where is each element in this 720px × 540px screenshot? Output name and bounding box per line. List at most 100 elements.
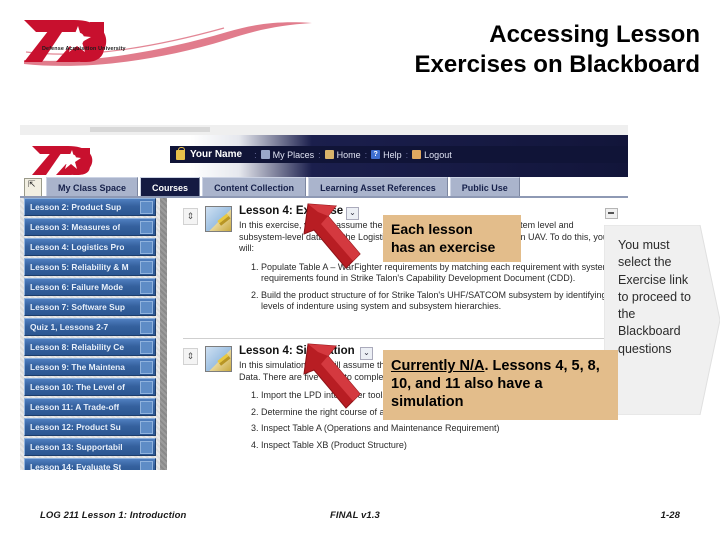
tab-courses-label: Courses (152, 182, 189, 193)
sidebar-item-label: Lesson 2: Product Sup (30, 202, 122, 212)
tab-public-use-label: Public Use (461, 182, 508, 193)
places-icon (260, 150, 270, 159)
instruction-banner: You must select the Exercise link to pro… (604, 225, 720, 415)
sidebar-item[interactable]: Lesson 7: Software Sup (24, 298, 156, 316)
module-divider (183, 338, 624, 339)
tab-content-collection[interactable]: Content Collection (202, 177, 307, 197)
sidebar-item-label: Lesson 7: Software Sup (30, 302, 125, 312)
sidebar-item[interactable]: Lesson 3: Measures of (24, 218, 156, 236)
dau-logo-graphic (24, 20, 312, 66)
sidebar-item-menu-icon[interactable] (140, 341, 153, 354)
sidebar-item-menu-icon[interactable] (140, 461, 153, 470)
sidebar-scrollbar[interactable] (160, 198, 167, 470)
sidebar-item[interactable]: Lesson 9: The Maintena (24, 358, 156, 376)
pointer-arrow-simulation-shape (303, 343, 361, 409)
sidebar-item-menu-icon[interactable] (140, 321, 153, 334)
sidebar-item-menu-icon[interactable] (140, 401, 153, 414)
callout-line-2: has an exercise (391, 238, 496, 255)
page-title-line2: Exercises on Blackboard (414, 51, 700, 78)
module-drag-handle[interactable]: ⇕ (183, 348, 198, 365)
blackboard-header: Your Name : My Places : Home : ? Help : (20, 135, 628, 177)
nav-item-home[interactable]: Home (324, 149, 361, 160)
sidebar-item-menu-icon[interactable] (140, 301, 153, 314)
nav-separator: : (318, 149, 321, 160)
tab-learning-asset-references-label: Learning Asset References (320, 182, 436, 193)
nav-separator: : (254, 149, 257, 160)
nav-separator: : (364, 149, 368, 160)
browser-chrome-strip (20, 125, 628, 135)
collapse-module-icon[interactable] (605, 208, 618, 219)
sidebar-item[interactable]: Lesson 11: A Trade-off (24, 398, 156, 416)
sidebar-item-label: Lesson 4: Logistics Pro (30, 242, 125, 252)
sidebar-item[interactable]: Lesson 6: Failure Mode (24, 278, 156, 296)
sidebar-item-menu-icon[interactable] (140, 241, 153, 254)
sidebar-item-label: Lesson 3: Measures of (30, 222, 121, 232)
footer-right: 1-28 (660, 510, 680, 521)
pointer-arrow-exercise-shape (303, 203, 361, 269)
nav-item-help-label: Help (383, 149, 402, 160)
nav-item-my-places[interactable]: My Places (260, 149, 315, 160)
sidebar-item-label: Lesson 11: A Trade-off (30, 402, 120, 412)
slide: Defense Acquisition University Accessing… (0, 0, 720, 540)
callout-currently-na-simulation: Currently N/A. Lessons 4, 5, 8, 10, and … (383, 350, 618, 420)
dau-logo-subtitle: Defense Acquisition University (42, 46, 126, 52)
page-title-line1: Accessing Lesson (489, 21, 700, 48)
sidebar-item-menu-icon[interactable] (140, 381, 153, 394)
blackboard-tab-list: My Class Space Courses Content Collectio… (46, 177, 522, 197)
callout-each-lesson-has-an-exercise: Each lesson has an exercise (383, 215, 521, 262)
sidebar-item[interactable]: Lesson 14: Evaluate St (24, 458, 156, 470)
sidebar-item-label: Lesson 9: The Maintena (30, 362, 125, 372)
help-icon: ? (371, 150, 381, 159)
sidebar-item-label: Lesson 5: Reliability & M (30, 262, 129, 272)
tab-learning-asset-references[interactable]: Learning Asset References (308, 177, 448, 197)
module-step: Inspect Table XB (Product Structure) (261, 440, 614, 452)
sidebar-item[interactable]: Lesson 8: Reliability Ce (24, 338, 156, 356)
sidebar-item-label: Lesson 6: Failure Mode (30, 282, 124, 292)
footer-center: FINAL v1.3 (330, 510, 380, 521)
nav-item-logout[interactable]: Logout (412, 150, 452, 160)
sidebar-item[interactable]: Lesson 4: Logistics Pro (24, 238, 156, 256)
blackboard-dau-logo (32, 146, 93, 175)
footer-left: LOG 211 Lesson 1: Introduction (40, 510, 187, 521)
sidebar-item-menu-icon[interactable] (140, 281, 153, 294)
tab-public-use[interactable]: Public Use (449, 177, 520, 197)
page-title: Accessing Lesson Exercises on Blackboard (300, 20, 700, 80)
sidebar-item-menu-icon[interactable] (140, 201, 153, 214)
nav-item-logout-label: Logout (424, 149, 452, 160)
callout-line-1: Each lesson (391, 221, 473, 238)
sidebar-item-label: Lesson 10: The Level of (30, 382, 125, 392)
pointer-arrow-exercise (300, 196, 372, 270)
sidebar-item-menu-icon[interactable] (140, 221, 153, 234)
dau-logo: Defense Acquisition University (12, 12, 342, 74)
sidebar-item[interactable]: Lesson 12: Product Su (24, 418, 156, 436)
sidebar-item-menu-icon[interactable] (140, 421, 153, 434)
sidebar-item[interactable]: Quiz 1, Lessons 2-7 (24, 318, 156, 336)
sidebar-item-label: Quiz 1, Lessons 2-7 (30, 322, 109, 332)
module-drag-handle[interactable]: ⇕ (183, 208, 198, 225)
callout-text-wrap: Currently N/A. Lessons 4, 5, 8, 10, and … (383, 358, 618, 411)
sidebar-item[interactable]: Lesson 10: The Level of (24, 378, 156, 396)
course-menu-sidebar: Lesson 2: Product Sup Lesson 3: Measures… (20, 198, 160, 470)
module-step-list: Populate Table A – WarFighter requiremen… (239, 262, 614, 313)
footer: LOG 211 Lesson 1: Introduction FINAL v1.… (0, 510, 720, 526)
exercise-icon (205, 206, 232, 232)
module-step: Inspect Table A (Operations and Maintena… (261, 423, 614, 435)
tab-courses[interactable]: Courses (140, 177, 201, 197)
nav-item-home-label: Home (336, 149, 361, 160)
sidebar-item-menu-icon[interactable] (140, 361, 153, 374)
collapse-panel-icon[interactable] (24, 178, 42, 197)
sidebar-item[interactable]: Lesson 2: Product Sup (24, 198, 156, 216)
sidebar-item-label: Lesson 14: Evaluate St (30, 462, 122, 470)
tab-my-class-space-label: My Class Space (58, 182, 127, 193)
sidebar-item-menu-icon[interactable] (140, 261, 153, 274)
nav-item-my-places-label: My Places (272, 149, 315, 160)
sidebar-item-menu-icon[interactable] (140, 441, 153, 454)
module-step: Build the product structure of for Strik… (261, 290, 614, 313)
logout-icon (412, 150, 422, 159)
sidebar-item[interactable]: Lesson 13: Supportabil (24, 438, 156, 456)
nav-item-help[interactable]: ? Help (371, 150, 402, 160)
instruction-banner-text: You must select the Exercise link to pro… (618, 238, 691, 356)
sidebar-item[interactable]: Lesson 5: Reliability & M (24, 258, 156, 276)
home-icon (324, 150, 334, 159)
tab-my-class-space[interactable]: My Class Space (46, 177, 139, 197)
